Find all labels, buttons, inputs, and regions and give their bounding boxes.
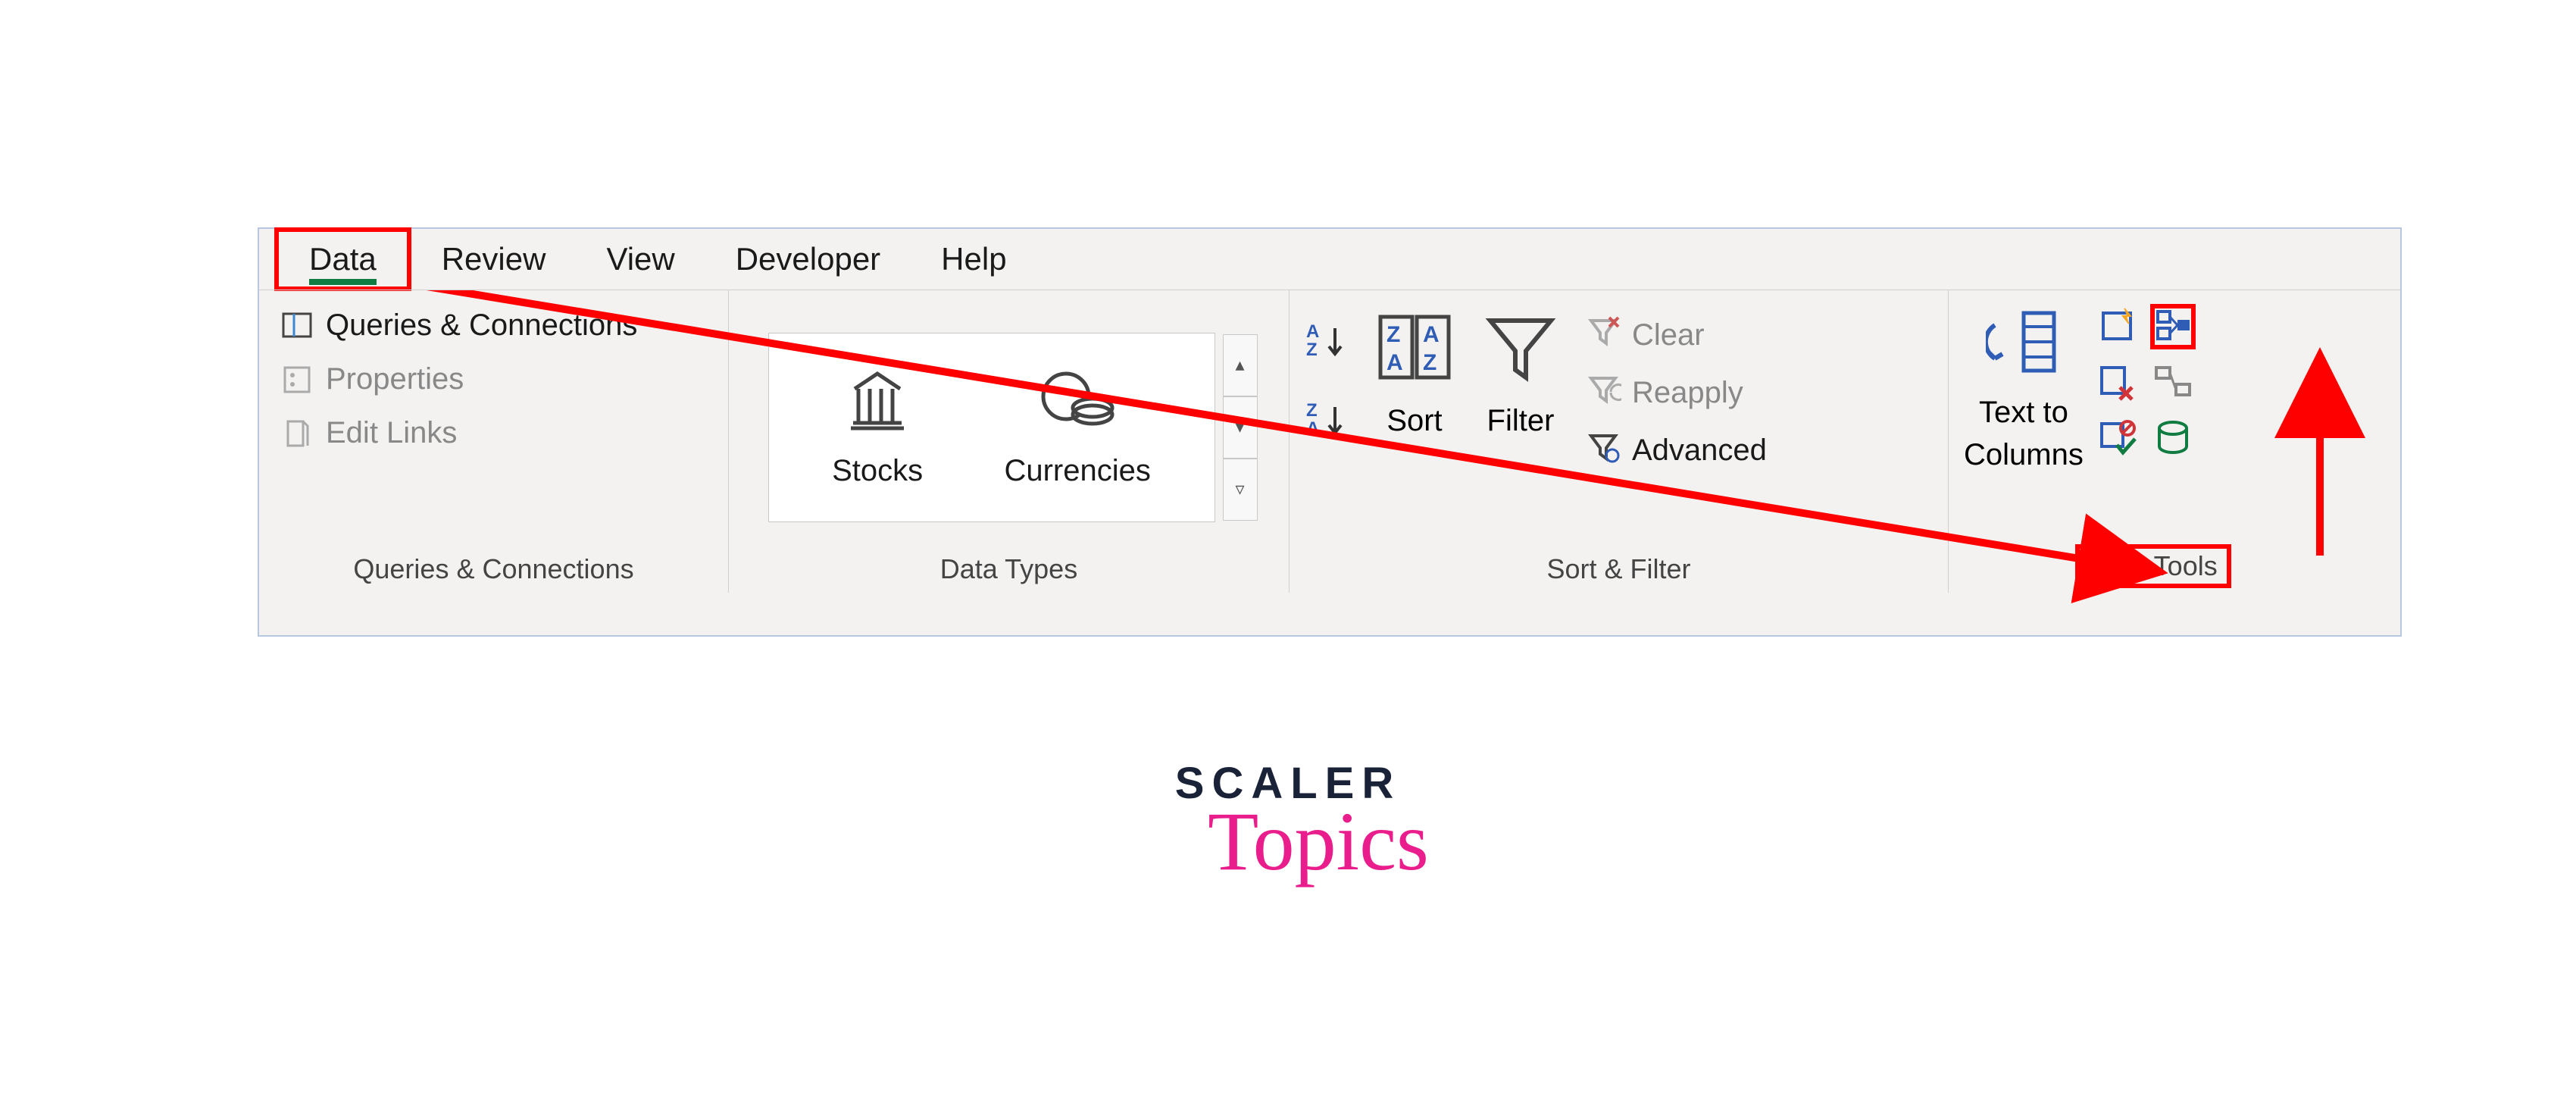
properties-button[interactable]: Properties [274, 359, 643, 399]
advanced-filter-button[interactable]: Advanced [1585, 428, 1767, 472]
excel-ribbon: Data Review View Developer Help [258, 227, 2402, 637]
tab-help[interactable]: Help [911, 232, 1036, 286]
queries-connections-button[interactable]: Queries & Connections [274, 305, 643, 346]
group-queries-connections: Queries & Connections Properties Edit Li… [259, 290, 729, 593]
edit-links-button[interactable]: Edit Links [274, 413, 643, 453]
svg-text:Z: Z [1386, 322, 1400, 347]
tab-view-label: View [606, 241, 674, 277]
data-types-gallery[interactable]: Stocks Currencies [768, 333, 1215, 522]
text-to-columns-label-1: Text to [1979, 394, 2068, 431]
svg-text:Z: Z [1306, 340, 1318, 360]
filter-label: Filter [1487, 404, 1555, 438]
clear-filter-icon [1585, 313, 1621, 357]
advanced-filter-label: Advanced [1632, 434, 1767, 468]
tab-view[interactable]: View [576, 232, 705, 286]
watermark-line-2: Topics [1208, 794, 1429, 890]
text-to-columns-label-2: Columns [1964, 437, 2084, 473]
text-to-columns-button[interactable]: Text to Columns [1964, 304, 2084, 473]
consolidate-button[interactable] [2150, 304, 2196, 349]
edit-links-icon [280, 417, 314, 450]
ribbon-body: Queries & Connections Properties Edit Li… [259, 290, 2400, 593]
remove-duplicates-button[interactable] [2094, 360, 2140, 405]
tab-review[interactable]: Review [411, 232, 577, 286]
tab-help-label: Help [941, 241, 1006, 277]
svg-text:A: A [1423, 322, 1440, 347]
svg-text:A: A [1386, 350, 1403, 375]
data-validation-button[interactable] [2094, 416, 2140, 462]
ribbon-tabs: Data Review View Developer Help [259, 229, 2400, 290]
relationships-icon [2153, 362, 2193, 405]
data-types-expand[interactable]: ▿ [1223, 459, 1258, 521]
group-sort-filter: AZ ZA ZAAZ Sort [1290, 290, 1949, 593]
sort-icon: ZAAZ [1373, 305, 1456, 396]
sort-label: Sort [1386, 404, 1442, 438]
queries-connections-icon [280, 309, 314, 343]
svg-text:A: A [1306, 321, 1319, 342]
stocks-button[interactable]: Stocks [832, 366, 923, 488]
stocks-label: Stocks [832, 454, 923, 488]
flash-fill-button[interactable] [2094, 304, 2140, 349]
tab-active-underline [309, 279, 377, 285]
relationships-button[interactable] [2150, 360, 2196, 405]
tab-review-label: Review [442, 241, 546, 277]
text-to-columns-icon [1986, 304, 2062, 388]
group-label-data-tools: Data Tools [2075, 544, 2231, 588]
svg-text:Z: Z [1306, 400, 1318, 421]
tab-developer[interactable]: Developer [705, 232, 911, 286]
reapply-filter-icon [1585, 371, 1621, 415]
advanced-filter-icon [1585, 428, 1621, 472]
group-data-tools: Text to Columns [1949, 290, 2358, 593]
sort-za-icon: ZA [1305, 399, 1350, 448]
reapply-filter-button[interactable]: Reapply [1585, 371, 1767, 415]
data-types-scroll-up[interactable]: ▴ [1223, 334, 1258, 396]
clear-filter-label: Clear [1632, 318, 1705, 352]
filter-button[interactable]: Filter [1479, 305, 1562, 438]
edit-links-label: Edit Links [326, 416, 457, 450]
stocks-icon [839, 366, 915, 442]
currencies-icon [1036, 366, 1119, 442]
svg-text:A: A [1306, 418, 1319, 439]
data-types-scroll: ▴ ▾ ▿ [1223, 334, 1258, 521]
data-types-scroll-down[interactable]: ▾ [1223, 396, 1258, 459]
clear-filter-button[interactable]: Clear [1585, 313, 1767, 357]
filter-icon [1479, 305, 1562, 396]
reapply-filter-label: Reapply [1632, 376, 1743, 410]
sort-az-icon: AZ [1305, 321, 1350, 369]
group-label-data-types: Data Types [940, 549, 1077, 588]
properties-label: Properties [326, 362, 464, 396]
group-label-queries-connections: Queries & Connections [274, 549, 713, 588]
currencies-label: Currencies [1004, 454, 1150, 488]
remove-duplicates-icon [2097, 362, 2137, 405]
sort-za-button[interactable]: ZA [1305, 399, 1350, 448]
scaler-topics-watermark: SCALER Topics [1147, 758, 1429, 890]
queries-connections-label: Queries & Connections [326, 308, 637, 343]
svg-text:Z: Z [1423, 350, 1436, 375]
tab-developer-label: Developer [736, 241, 880, 277]
sort-az-button[interactable]: AZ [1305, 321, 1350, 369]
group-label-sort-filter: Sort & Filter [1305, 549, 1933, 588]
tab-data-label: Data [309, 241, 377, 277]
manage-data-model-button[interactable] [2150, 416, 2196, 462]
consolidate-icon [2153, 305, 2193, 349]
currencies-button[interactable]: Currencies [1004, 366, 1150, 488]
tab-data[interactable]: Data [274, 227, 411, 291]
sort-button[interactable]: ZAAZ Sort [1373, 305, 1456, 438]
manage-data-model-icon [2153, 418, 2193, 461]
flash-fill-icon [2097, 305, 2137, 349]
properties-icon [280, 363, 314, 396]
data-validation-icon [2097, 418, 2137, 461]
group-data-types: Stocks Currencies ▴ ▾ ▿ Data Types [729, 290, 1290, 593]
